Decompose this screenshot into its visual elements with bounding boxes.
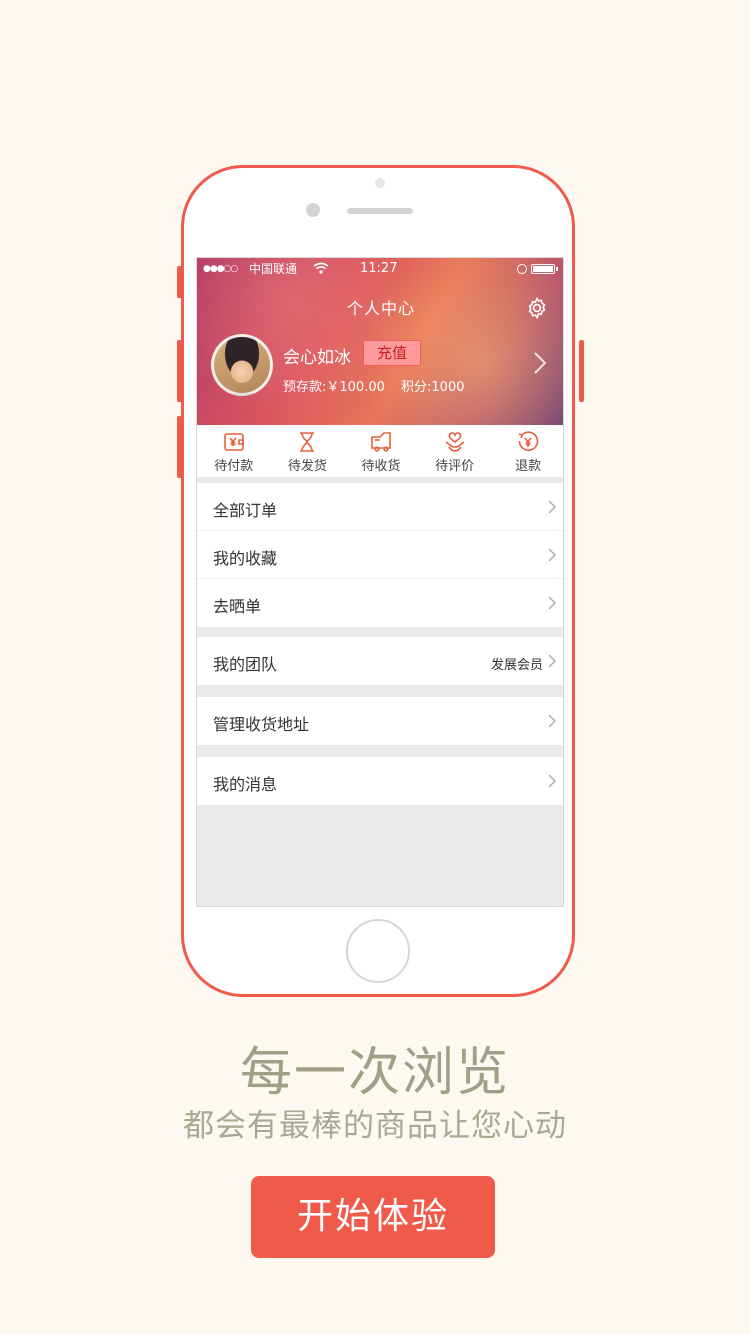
power-button [579,340,584,402]
menu-label: 全部订单 [213,501,278,520]
mute-switch [177,266,182,298]
promo-headline: 每一次浏览 [239,1043,510,1103]
volume-down-button [177,416,182,478]
tab-label: 待收货 [361,459,401,474]
camera-dot [375,178,385,188]
menu-label: 管理收货地址 [213,715,310,734]
profile-header: ●●●○○ 中国联通 11:27 个人中心 会心如冰 充值 预存款:￥100.0… [197,258,563,425]
front-sensor [306,203,320,217]
tab-label: 待付款 [214,459,254,474]
points-balance: 积分:1000 [401,380,465,395]
menu-label: 我的团队 [213,655,278,674]
chevron-right-icon [548,714,557,728]
start-experience-button[interactable]: 开始体验 [251,1176,495,1258]
phone-mockup: ●●●○○ 中国联通 11:27 个人中心 会心如冰 充值 预存款:￥100.0… [177,165,584,997]
truck-icon [371,432,391,452]
phone-screen: ●●●○○ 中国联通 11:27 个人中心 会心如冰 充值 预存款:￥100.0… [196,257,564,907]
username: 会心如冰 [283,348,351,368]
tab-pending-shipment[interactable]: 待发货 [271,425,345,477]
tab-pending-receipt[interactable]: 待收货 [344,425,418,477]
carrier-label: 中国联通 [249,262,298,276]
deposit-balance: 预存款:￥100.00 [283,380,385,395]
wifi-icon [313,262,329,274]
chevron-right-icon [548,774,557,788]
hourglass-icon [300,432,315,452]
refund-yen-icon [518,431,539,452]
chevron-right-icon [548,596,557,610]
chevron-right-icon [548,500,557,514]
menu-label: 我的消息 [213,775,278,794]
messages-menu-group: 我的消息 [197,757,563,805]
menu-my-messages[interactable]: 我的消息 [197,757,563,805]
promo-subline: 都会有最棒的商品让您心动 [183,1108,567,1144]
menu-share-order[interactable]: 去晒单 [197,579,563,627]
chevron-right-icon [548,548,557,562]
tab-label: 待发货 [287,459,327,474]
menu-favorites[interactable]: 我的收藏 [197,531,563,579]
tab-pending-review[interactable]: 待评价 [418,425,492,477]
chevron-right-icon[interactable] [533,351,547,375]
balance-row: 预存款:￥100.00 积分:1000 [283,376,476,395]
tab-label: 退款 [515,459,542,474]
tab-refund[interactable]: 退款 [491,425,563,477]
volume-up-button [177,340,182,402]
develop-member-link[interactable]: 发展会员 [491,654,543,673]
tab-label: 待评价 [435,459,475,474]
order-status-tabs: 待付款 待发货 待收货 待评价 退款 [197,425,563,477]
avatar[interactable] [211,334,273,396]
menu-manage-address[interactable]: 管理收货地址 [197,697,563,745]
recharge-button[interactable]: 充值 [363,340,421,366]
alarm-clock-icon [517,264,527,274]
chevron-right-icon [548,654,557,668]
speaker-grille [347,208,413,214]
gear-icon[interactable] [525,296,549,320]
menu-label: 我的收藏 [213,549,278,568]
menu-all-orders[interactable]: 全部订单 [197,483,563,531]
heart-hand-icon [445,432,465,452]
menu-label: 去晒单 [213,597,262,616]
menu-my-team[interactable]: 我的团队 发展会员 [197,637,563,685]
wallet-yen-icon [223,433,244,451]
onboarding-page: ●●●○○ 中国联通 11:27 个人中心 会心如冰 充值 预存款:￥100.0… [0,0,750,1334]
signal-icon: ●●●○○ [203,264,238,274]
home-button [346,919,410,983]
team-menu-group: 我的团队 发展会员 [197,637,563,685]
tab-pending-payment[interactable]: 待付款 [197,425,271,477]
address-menu-group: 管理收货地址 [197,697,563,745]
status-time: 11:27 [360,261,398,276]
order-menu-group: 全部订单 我的收藏 去晒单 [197,483,563,627]
page-title: 个人中心 [346,299,415,318]
status-bar: ●●●○○ 中国联通 11:27 [197,258,563,280]
battery-icon [531,264,558,274]
